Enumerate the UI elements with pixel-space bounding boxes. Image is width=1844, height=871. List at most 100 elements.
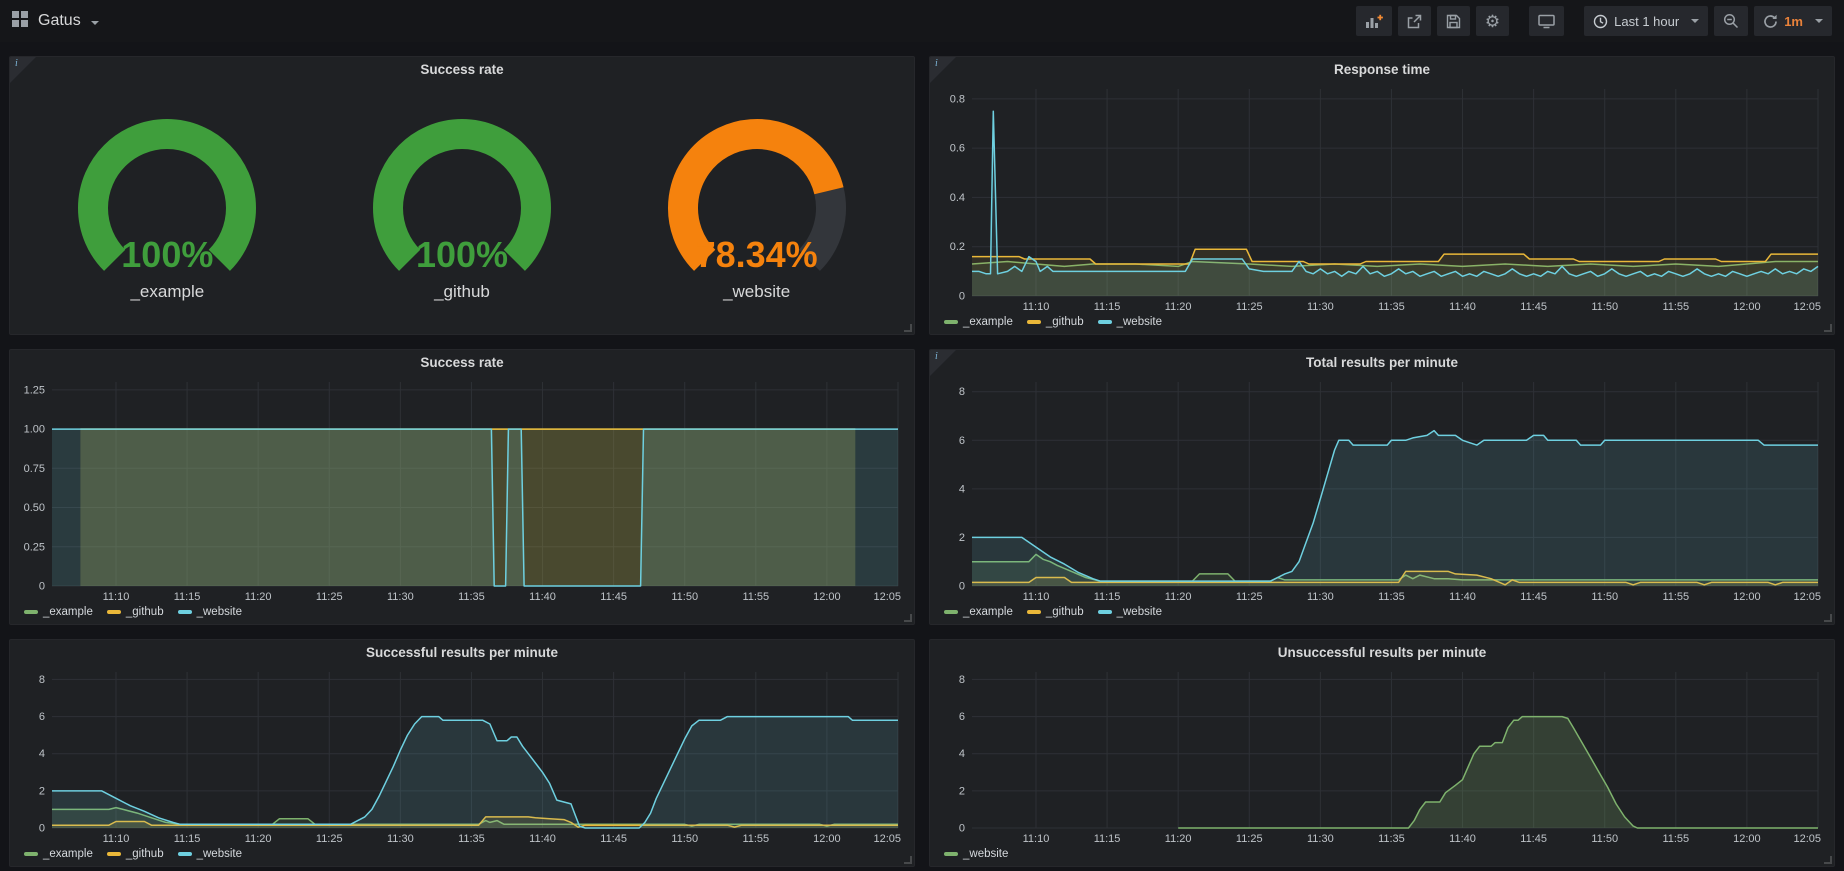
- legend-item-_github[interactable]: _github: [1027, 316, 1084, 328]
- panel-success-rate-series: Success rate 00.250.500.751.001.2511:101…: [9, 349, 915, 625]
- y-axis-label: 4: [39, 748, 45, 760]
- x-axis-label: 11:35: [1378, 833, 1405, 845]
- x-axis-label: 11:35: [458, 833, 485, 845]
- y-axis-label: 2: [959, 532, 965, 544]
- panel-title[interactable]: Success rate: [10, 350, 914, 376]
- legend-label: _website: [1117, 606, 1162, 618]
- x-axis-label: 11:45: [600, 833, 627, 845]
- panel-title[interactable]: Total results per minute: [930, 350, 1834, 376]
- x-axis-label: 11:10: [1023, 301, 1050, 313]
- legend-label: _example: [43, 848, 93, 860]
- x-axis-label: 11:15: [174, 833, 201, 845]
- x-axis-label: 11:15: [1094, 301, 1121, 313]
- chart-total-results[interactable]: 0246811:1011:1511:2011:2511:3011:3511:40…: [934, 376, 1826, 604]
- legend-item-_example[interactable]: _example: [944, 316, 1013, 328]
- x-axis-label: 11:10: [1023, 833, 1050, 845]
- legend-item-_example[interactable]: _example: [24, 606, 93, 618]
- y-axis-label: 8: [959, 386, 965, 398]
- dashboard-title[interactable]: Gatus: [38, 12, 99, 30]
- panel-title[interactable]: Unsuccessful results per minute: [930, 640, 1834, 666]
- chart-successful-results[interactable]: 0246811:1011:1511:2011:2511:3011:3511:40…: [14, 666, 906, 846]
- x-axis-label: 12:00: [1733, 833, 1761, 845]
- panel-info-corner[interactable]: [930, 350, 956, 376]
- legend-item-_example[interactable]: _example: [24, 848, 93, 860]
- chart-legend: _example _github _website: [930, 314, 1834, 334]
- chart-response-time[interactable]: 00.20.40.60.811:1011:1511:2011:2511:3011…: [934, 83, 1826, 314]
- plot-canvas: 00.250.500.751.001.2511:1011:1511:2011:2…: [14, 376, 906, 604]
- time-range-picker[interactable]: Last 1 hour: [1584, 6, 1708, 36]
- plot-canvas: 0246811:1011:1511:2011:2511:3011:3511:40…: [14, 666, 906, 846]
- x-axis-label: 12:05: [1793, 833, 1821, 845]
- panel-resize-handle[interactable]: [1824, 614, 1832, 622]
- refresh-picker[interactable]: 1m: [1754, 6, 1832, 36]
- panel-resize-handle[interactable]: [904, 856, 912, 864]
- y-axis-label: 0.25: [24, 541, 45, 553]
- y-axis-label: 0.6: [950, 143, 965, 155]
- panel-resize-handle[interactable]: [904, 614, 912, 622]
- x-axis-label: 11:40: [529, 833, 556, 845]
- panel-info-corner[interactable]: [10, 57, 36, 83]
- gauge-value: 100%: [34, 234, 300, 276]
- x-axis-label: 11:20: [245, 833, 272, 845]
- legend-item-_github[interactable]: _github: [1027, 606, 1084, 618]
- legend-item-_website[interactable]: _website: [1098, 606, 1162, 618]
- x-axis-label: 11:15: [1094, 591, 1121, 603]
- panel-resize-handle[interactable]: [1824, 324, 1832, 332]
- legend-label: _example: [963, 606, 1013, 618]
- x-axis-label: 11:15: [1094, 833, 1121, 845]
- x-axis-label: 11:30: [1307, 301, 1334, 313]
- panel-title[interactable]: Successful results per minute: [10, 640, 914, 666]
- settings-button[interactable]: ⚙: [1476, 6, 1509, 36]
- legend-swatch: [944, 320, 958, 324]
- series-line-_website: [972, 111, 1818, 276]
- x-axis-label: 11:20: [1165, 591, 1192, 603]
- gauge-value: 78.34%: [624, 234, 890, 276]
- x-axis-label: 11:45: [1520, 833, 1547, 845]
- panel-title[interactable]: Response time: [930, 57, 1834, 83]
- legend-swatch: [178, 610, 192, 614]
- dashboard-grid-icon[interactable]: [12, 11, 28, 32]
- legend-item-_website[interactable]: _website: [944, 848, 1008, 860]
- chart-unsuccessful-results[interactable]: 0246811:1011:1511:2011:2511:3011:3511:40…: [934, 666, 1826, 846]
- chart-legend: _example _github _website: [10, 846, 914, 866]
- add-panel-button[interactable]: [1356, 6, 1392, 36]
- panel-resize-handle[interactable]: [904, 324, 912, 332]
- x-axis-label: 11:55: [1662, 591, 1689, 603]
- save-button[interactable]: [1437, 6, 1470, 36]
- info-icon: i: [15, 58, 18, 69]
- dashboard-grid: i Success rate 100% _example 100% _githu…: [0, 42, 1844, 867]
- legend-item-_github[interactable]: _github: [107, 606, 164, 618]
- share-button[interactable]: [1398, 6, 1431, 36]
- legend-item-_github[interactable]: _github: [107, 848, 164, 860]
- legend-item-_website[interactable]: _website: [178, 848, 242, 860]
- series-area-_website: [52, 717, 898, 828]
- x-axis-label: 11:50: [671, 591, 698, 603]
- panel-title[interactable]: Success rate: [10, 57, 914, 83]
- y-axis-label: 0.2: [950, 241, 965, 253]
- page-title: Gatus: [38, 12, 81, 29]
- x-axis-label: 11:45: [600, 591, 627, 603]
- monitor-icon: [1538, 13, 1555, 29]
- panel-total-results: i Total results per minute 0246811:1011:…: [929, 349, 1835, 625]
- legend-item-_website[interactable]: _website: [1098, 316, 1162, 328]
- x-axis-label: 11:25: [316, 833, 343, 845]
- legend-item-_example[interactable]: _example: [944, 606, 1013, 618]
- chart-legend: _example _github _website: [930, 604, 1834, 624]
- x-axis-label: 11:50: [1591, 301, 1618, 313]
- navbar: Gatus ⚙: [0, 0, 1844, 42]
- x-axis-label: 11:25: [1236, 301, 1263, 313]
- legend-swatch: [24, 610, 38, 614]
- zoom-out-button[interactable]: [1714, 6, 1748, 36]
- x-axis-label: 11:20: [1165, 833, 1192, 845]
- gauge-label: _example: [34, 282, 300, 302]
- panel-info-corner[interactable]: [930, 57, 956, 83]
- info-icon: i: [935, 58, 938, 69]
- legend-item-_website[interactable]: _website: [178, 606, 242, 618]
- tv-mode-button[interactable]: [1529, 6, 1564, 36]
- x-axis-label: 12:05: [1793, 301, 1821, 313]
- chart-success-rate[interactable]: 00.250.500.751.001.2511:1011:1511:2011:2…: [14, 376, 906, 604]
- chevron-down-icon: [1815, 19, 1823, 23]
- legend-swatch: [1098, 320, 1112, 324]
- x-axis-label: 11:10: [1023, 591, 1050, 603]
- panel-resize-handle[interactable]: [1824, 856, 1832, 864]
